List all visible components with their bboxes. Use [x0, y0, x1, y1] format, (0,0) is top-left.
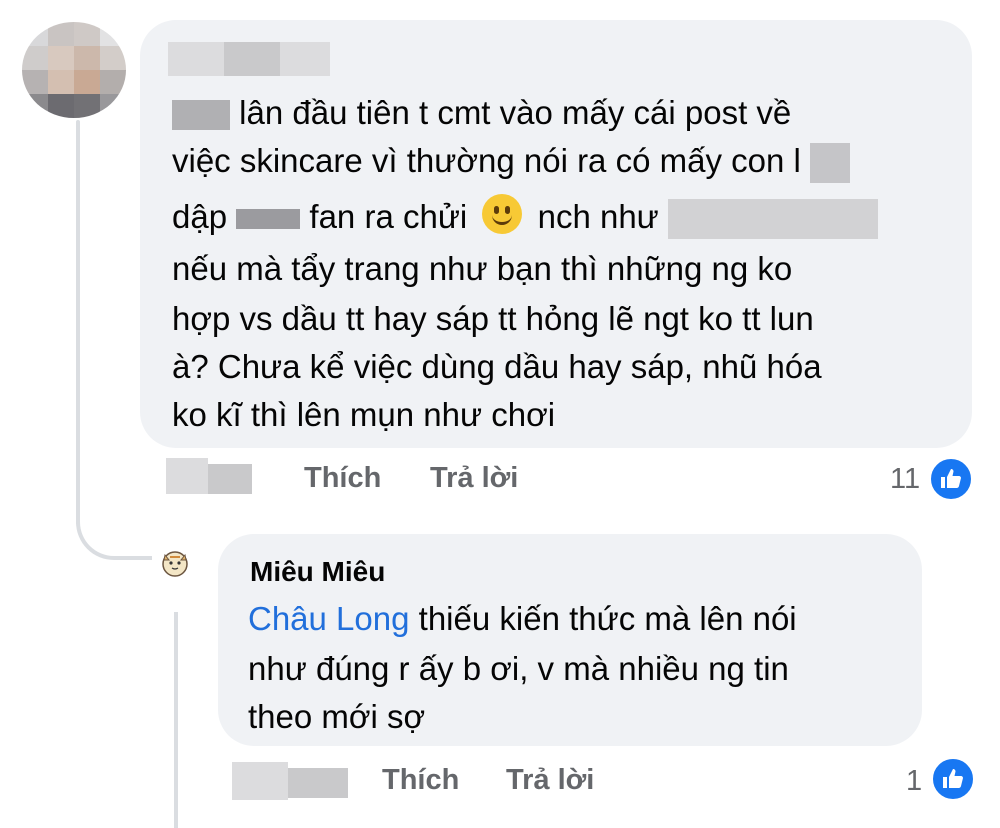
comment-line: việc skincare vì thường nói ra có mấy co…: [172, 134, 850, 187]
avatar[interactable]: [158, 546, 192, 580]
reply-action[interactable]: Trả lời: [430, 462, 518, 495]
redacted-text: [810, 143, 850, 184]
reaction-count[interactable]: 1: [906, 765, 922, 798]
reply-action[interactable]: Trả lời: [506, 764, 594, 797]
comment-author[interactable]: Miêu Miêu: [250, 556, 385, 588]
redacted-author-name: [168, 42, 224, 76]
comment-bubble: lân đầu tiên t cmt vào mấy cái post về v…: [140, 20, 972, 448]
comment-line: nếu mà tẩy trang như bạn thì những ng ko: [172, 250, 793, 287]
mention-link[interactable]: Châu Long: [248, 600, 409, 637]
redacted-timestamp: [166, 458, 208, 494]
redacted-text: [172, 100, 230, 131]
redacted-text: [667, 199, 878, 240]
comment-line: theo mới sợ: [248, 698, 426, 735]
comment-line: hợp vs dầu tt hay sáp tt hỏng lẽ ngt ko …: [172, 300, 814, 337]
comment-line: lân đầu tiên t cmt vào mấy cái post về: [172, 86, 791, 139]
comment-line: à? Chưa kể việc dùng dầu hay sáp, nhũ hó…: [172, 348, 822, 385]
comment-line: Châu Long thiếu kiến thức mà lên nói: [248, 600, 797, 637]
comment-line: ko kĩ thì lên mụn như chơi: [172, 396, 556, 433]
thumbs-up-icon: [930, 756, 976, 802]
redacted-text: [236, 209, 301, 230]
reaction-count[interactable]: 11: [890, 463, 920, 496]
thread-connector: [76, 480, 152, 560]
reply-thread-line: [174, 612, 178, 828]
redacted-timestamp: [232, 762, 288, 800]
thumbs-up-icon: [928, 456, 974, 502]
reply-bubble: Miêu Miêu Châu Long thiếu kiến thức mà l…: [218, 534, 922, 746]
smile-emoji-icon: [482, 194, 523, 234]
thread-line: [76, 120, 80, 525]
like-action[interactable]: Thích: [304, 462, 381, 495]
avatar[interactable]: [22, 22, 126, 118]
comment-line: dập fan ra chửi nch như: [172, 190, 878, 243]
comment-line: như đúng r ấy b ơi, v mà nhiều ng tin: [248, 650, 789, 687]
like-action[interactable]: Thích: [382, 764, 459, 797]
